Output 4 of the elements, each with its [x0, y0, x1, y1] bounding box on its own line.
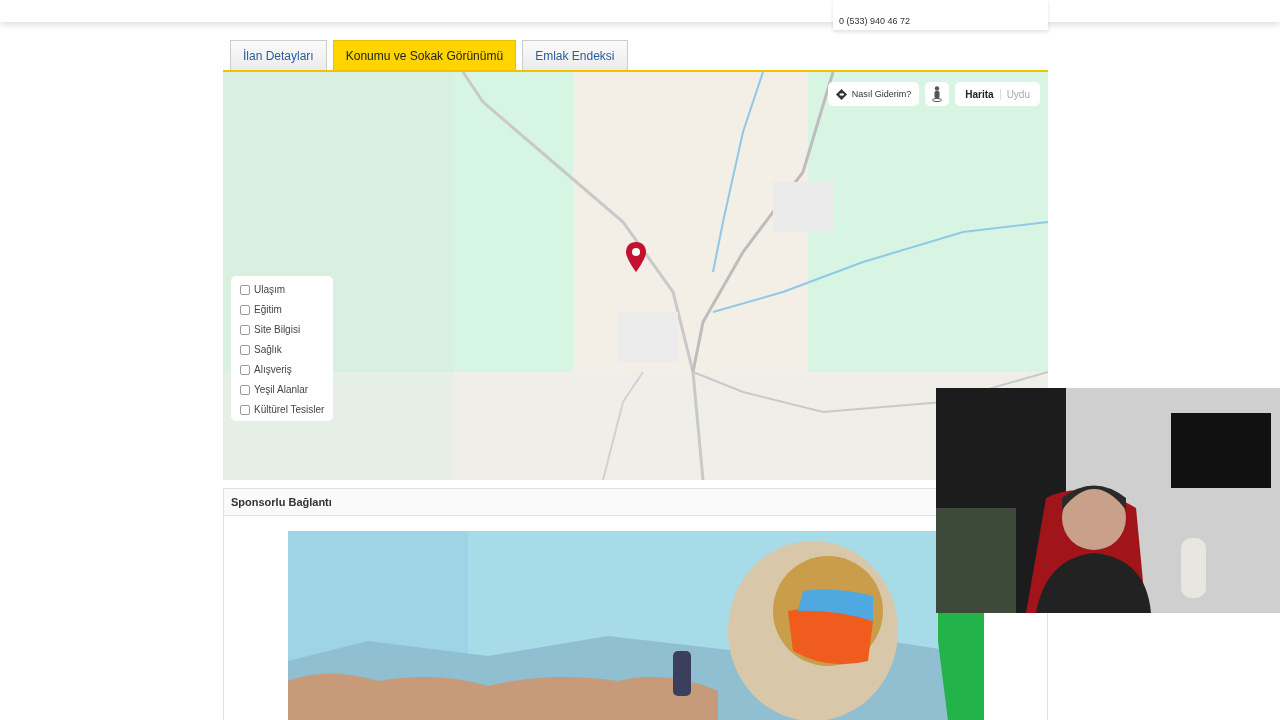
tab[interactable]: İlan Detayları — [230, 40, 327, 70]
phone-number: 0 (533) 940 46 72 — [839, 16, 911, 26]
tab[interactable]: Konumu ve Sokak Görünümü — [332, 40, 517, 70]
tab[interactable]: Emlak Endeksi — [522, 40, 628, 70]
